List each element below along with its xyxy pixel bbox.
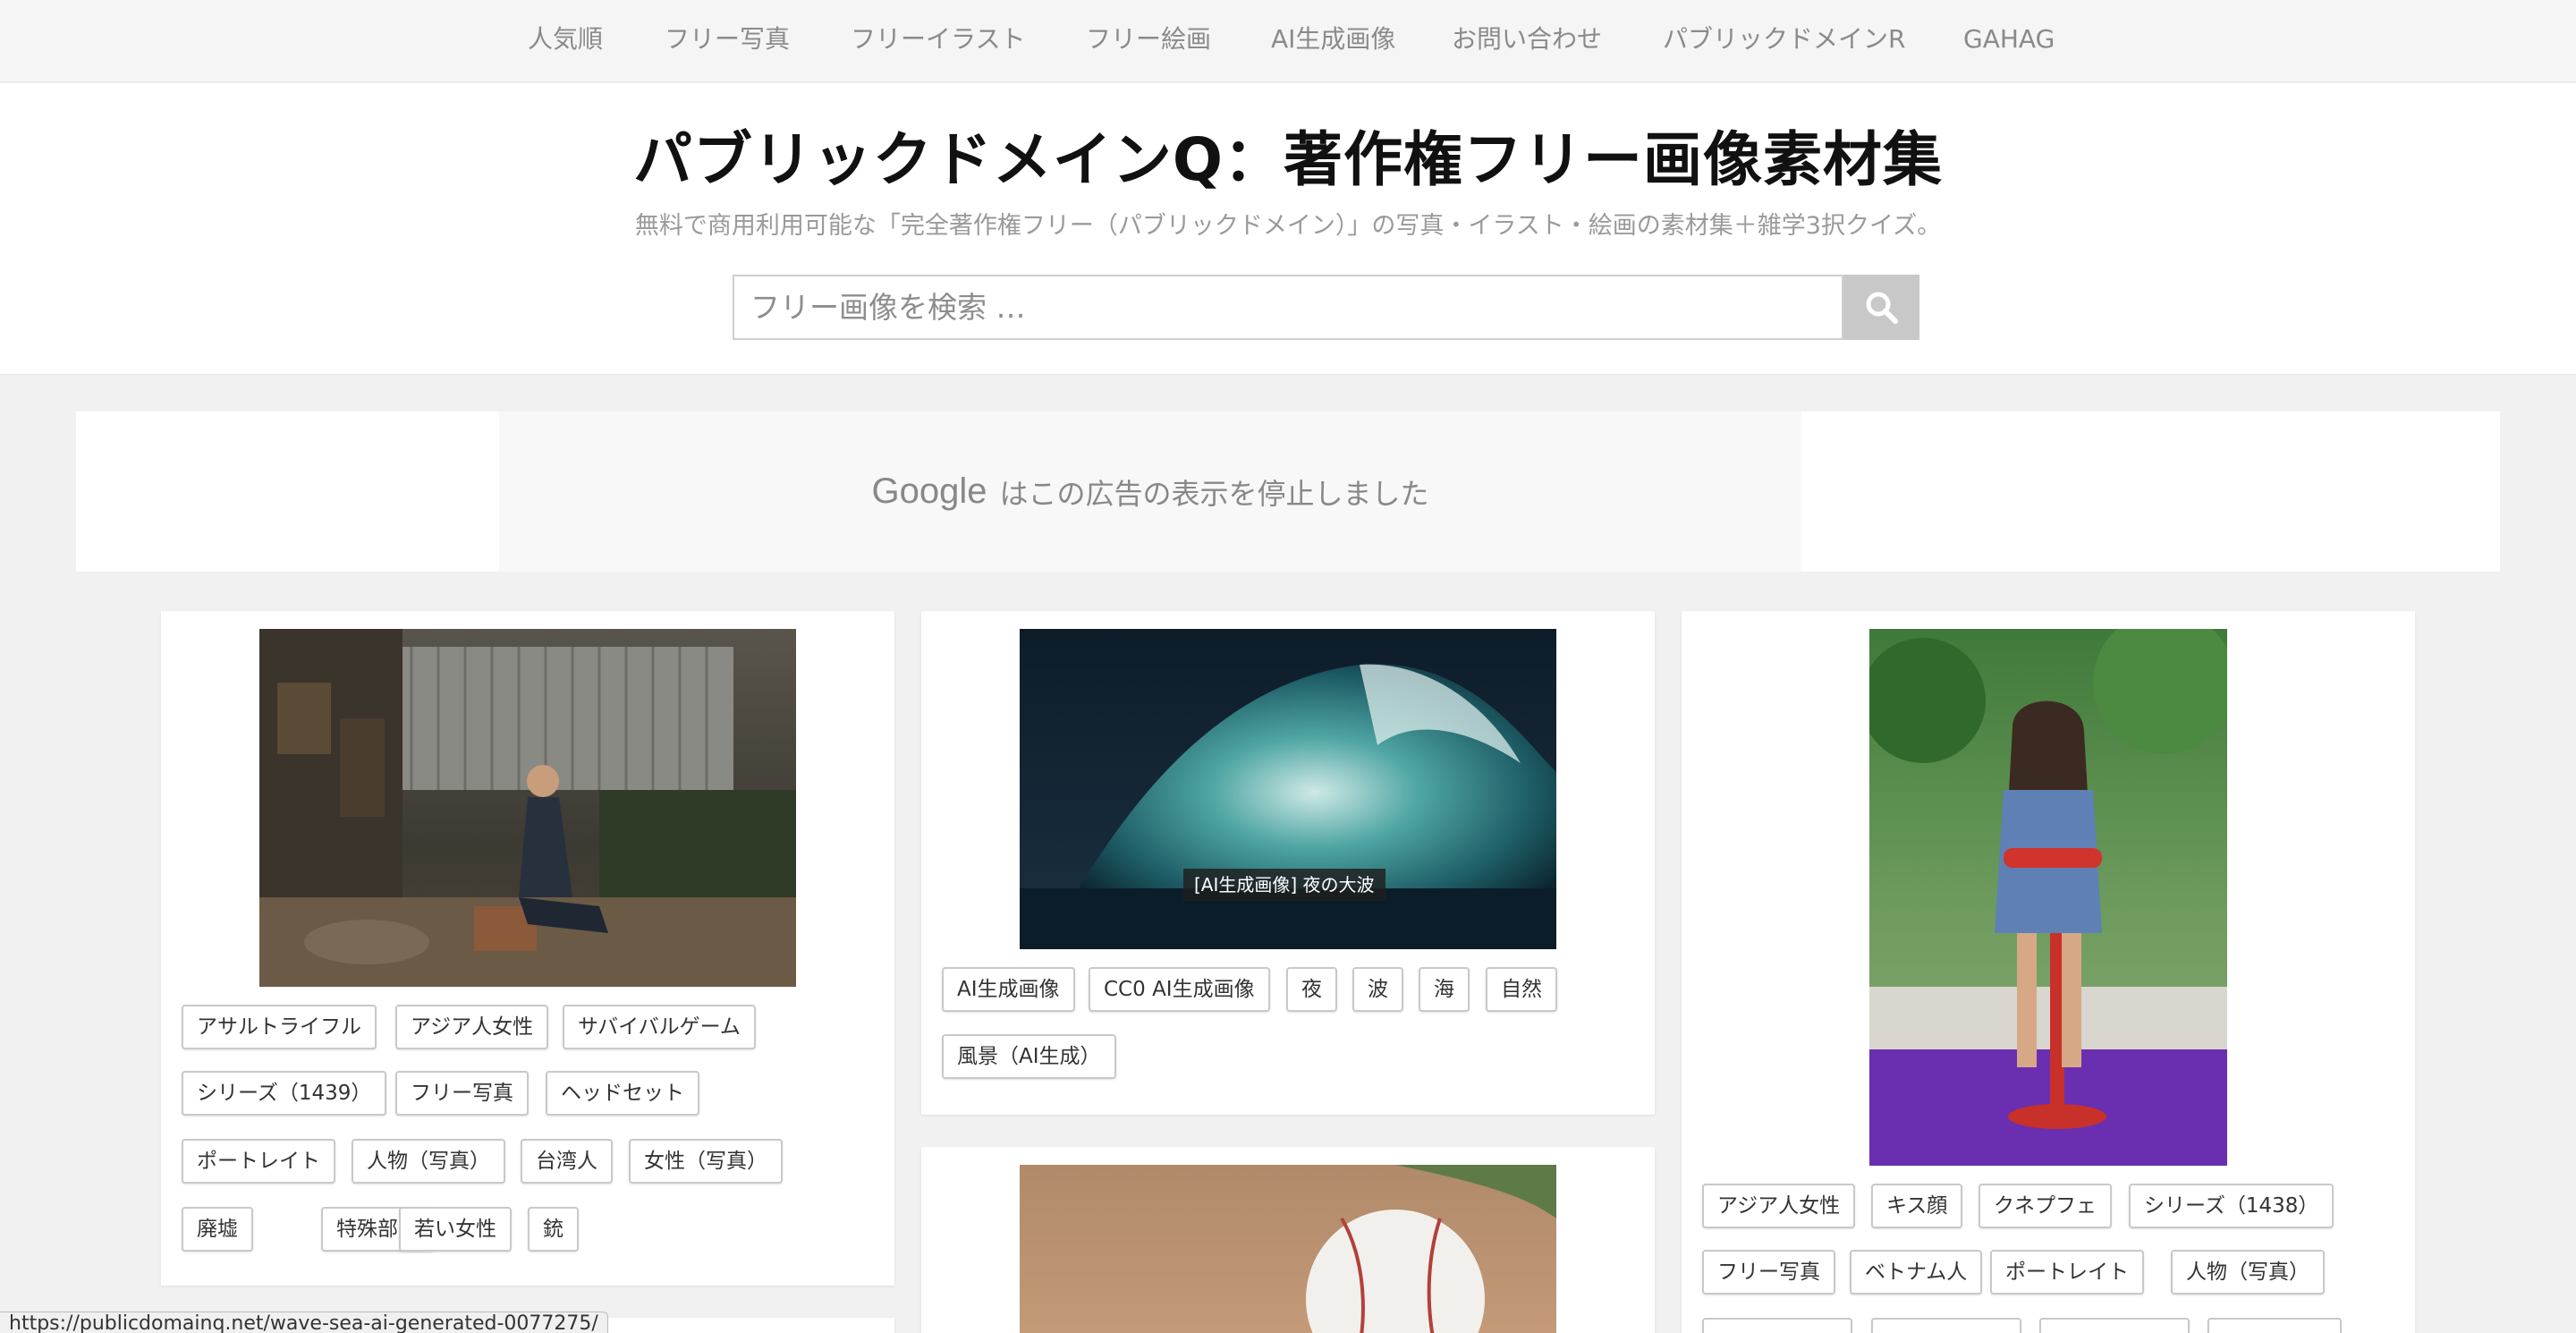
tag[interactable]: キス顔 — [1871, 1184, 1963, 1228]
photo-girl-playground — [1869, 629, 2227, 1166]
post-card-middle-2 — [921, 1147, 1655, 1333]
tag-partial[interactable] — [1871, 1318, 2021, 1333]
image-caption: [AI生成画像] 夜の大波 — [1183, 869, 1385, 901]
tag[interactable]: 自然 — [1486, 967, 1557, 1012]
post-card-left: アサルトライフル アジア人女性 サバイバルゲーム シリーズ（1439） フリー写… — [161, 611, 894, 1286]
tag[interactable]: 海 — [1419, 967, 1470, 1012]
top-navigation: 人気順 フリー写真 フリーイラスト フリー絵画 AI生成画像 お問い合わせ パブ… — [0, 0, 2576, 82]
tag[interactable]: アジア人女性 — [1702, 1184, 1856, 1228]
nav-item-gahag[interactable]: GAHAG — [1963, 21, 2055, 57]
post-image-baseball[interactable] — [1020, 1165, 1556, 1333]
google-logo: Google — [871, 471, 987, 511]
nav-item-public-domain-r[interactable]: パブリックドメインR — [1663, 21, 1905, 57]
tag[interactable]: フリー写真 — [395, 1071, 529, 1116]
tag[interactable]: ポートレイト — [1990, 1250, 2144, 1295]
site-header: パブリックドメインQ：著作権フリー画像素材集 無料で商用利用可能な「完全著作権フ… — [0, 83, 2576, 375]
nav-item-free-paintings[interactable]: フリー絵画 — [1086, 21, 1211, 57]
nav-item-free-illustrations[interactable]: フリーイラスト — [851, 21, 1025, 57]
ad-message: はこの広告の表示を停止しました — [999, 476, 1429, 511]
tag-partial[interactable] — [1702, 1318, 1852, 1333]
tag[interactable]: ヘッドセット — [546, 1071, 699, 1116]
tag[interactable]: サバイバルゲーム — [563, 1005, 756, 1049]
search-input[interactable] — [733, 275, 1843, 340]
post-image-right[interactable] — [1869, 629, 2227, 1166]
photo-baseball — [1020, 1165, 1556, 1333]
nav-item-ai-images[interactable]: AI生成画像 — [1271, 21, 1395, 57]
tag[interactable]: 人物（写真） — [2171, 1250, 2325, 1295]
tag-partial[interactable] — [2207, 1318, 2342, 1333]
site-description: 無料で商用利用可能な「完全著作権フリー（パブリックドメイン）」の写真・イラスト・… — [634, 212, 1942, 240]
tag[interactable]: シリーズ（1439） — [182, 1071, 387, 1116]
tag[interactable]: アサルトライフル — [182, 1005, 377, 1049]
tag[interactable]: 風景（AI生成） — [942, 1034, 1116, 1079]
tag[interactable]: 若い女性 — [399, 1207, 512, 1252]
tag[interactable]: アジア人女性 — [395, 1005, 549, 1049]
tag[interactable]: AI生成画像 — [942, 967, 1075, 1012]
site-title[interactable]: パブリックドメインQ：著作権フリー画像素材集 — [0, 124, 2576, 196]
photo-night-wave — [1020, 629, 1556, 949]
photo-woman-ruins — [259, 629, 796, 987]
search-icon — [1866, 292, 1898, 324]
nav-item-free-photos[interactable]: フリー写真 — [665, 21, 790, 57]
tag[interactable]: 女性（写真） — [629, 1139, 783, 1184]
tag[interactable]: 夜 — [1286, 967, 1337, 1012]
post-image-middle[interactable] — [1020, 629, 1556, 949]
nav-item-popular[interactable]: 人気順 — [528, 21, 603, 57]
nav-item-contact[interactable]: お問い合わせ — [1452, 21, 1602, 57]
tag[interactable]: フリー写真 — [1702, 1250, 1835, 1295]
tag[interactable]: CC0 AI生成画像 — [1089, 967, 1270, 1012]
search-button[interactable] — [1843, 275, 1919, 340]
post-card-right: アジア人女性 キス顔 クネプフェ シリーズ（1438） フリー写真 ベトナム人 … — [1682, 611, 2415, 1333]
ad-notice: Google はこの広告の表示を停止しました — [499, 412, 1801, 572]
post-image-left[interactable] — [259, 629, 796, 987]
tag[interactable]: 波 — [1352, 967, 1403, 1012]
tag-partial[interactable] — [2039, 1318, 2190, 1333]
ad-banner: Google はこの広告の表示を停止しました — [76, 412, 2500, 572]
tag[interactable]: 廃墟 — [182, 1207, 253, 1252]
post-card-middle: [AI生成画像] 夜の大波 AI生成画像 CC0 AI生成画像 夜 波 海 自然… — [921, 611, 1655, 1115]
tag[interactable]: 銃 — [528, 1207, 579, 1252]
tag[interactable]: シリーズ（1438） — [2129, 1184, 2334, 1228]
tag[interactable]: クネプフェ — [1979, 1184, 2112, 1228]
status-bar-url: https://publicdomainq.net/wave-sea-ai-ge… — [0, 1312, 608, 1333]
tag[interactable]: 人物（写真） — [352, 1139, 505, 1184]
tag[interactable]: ベトナム人 — [1850, 1250, 1983, 1295]
tag[interactable]: 台湾人 — [521, 1139, 613, 1184]
tag[interactable]: ポートレイト — [182, 1139, 335, 1184]
